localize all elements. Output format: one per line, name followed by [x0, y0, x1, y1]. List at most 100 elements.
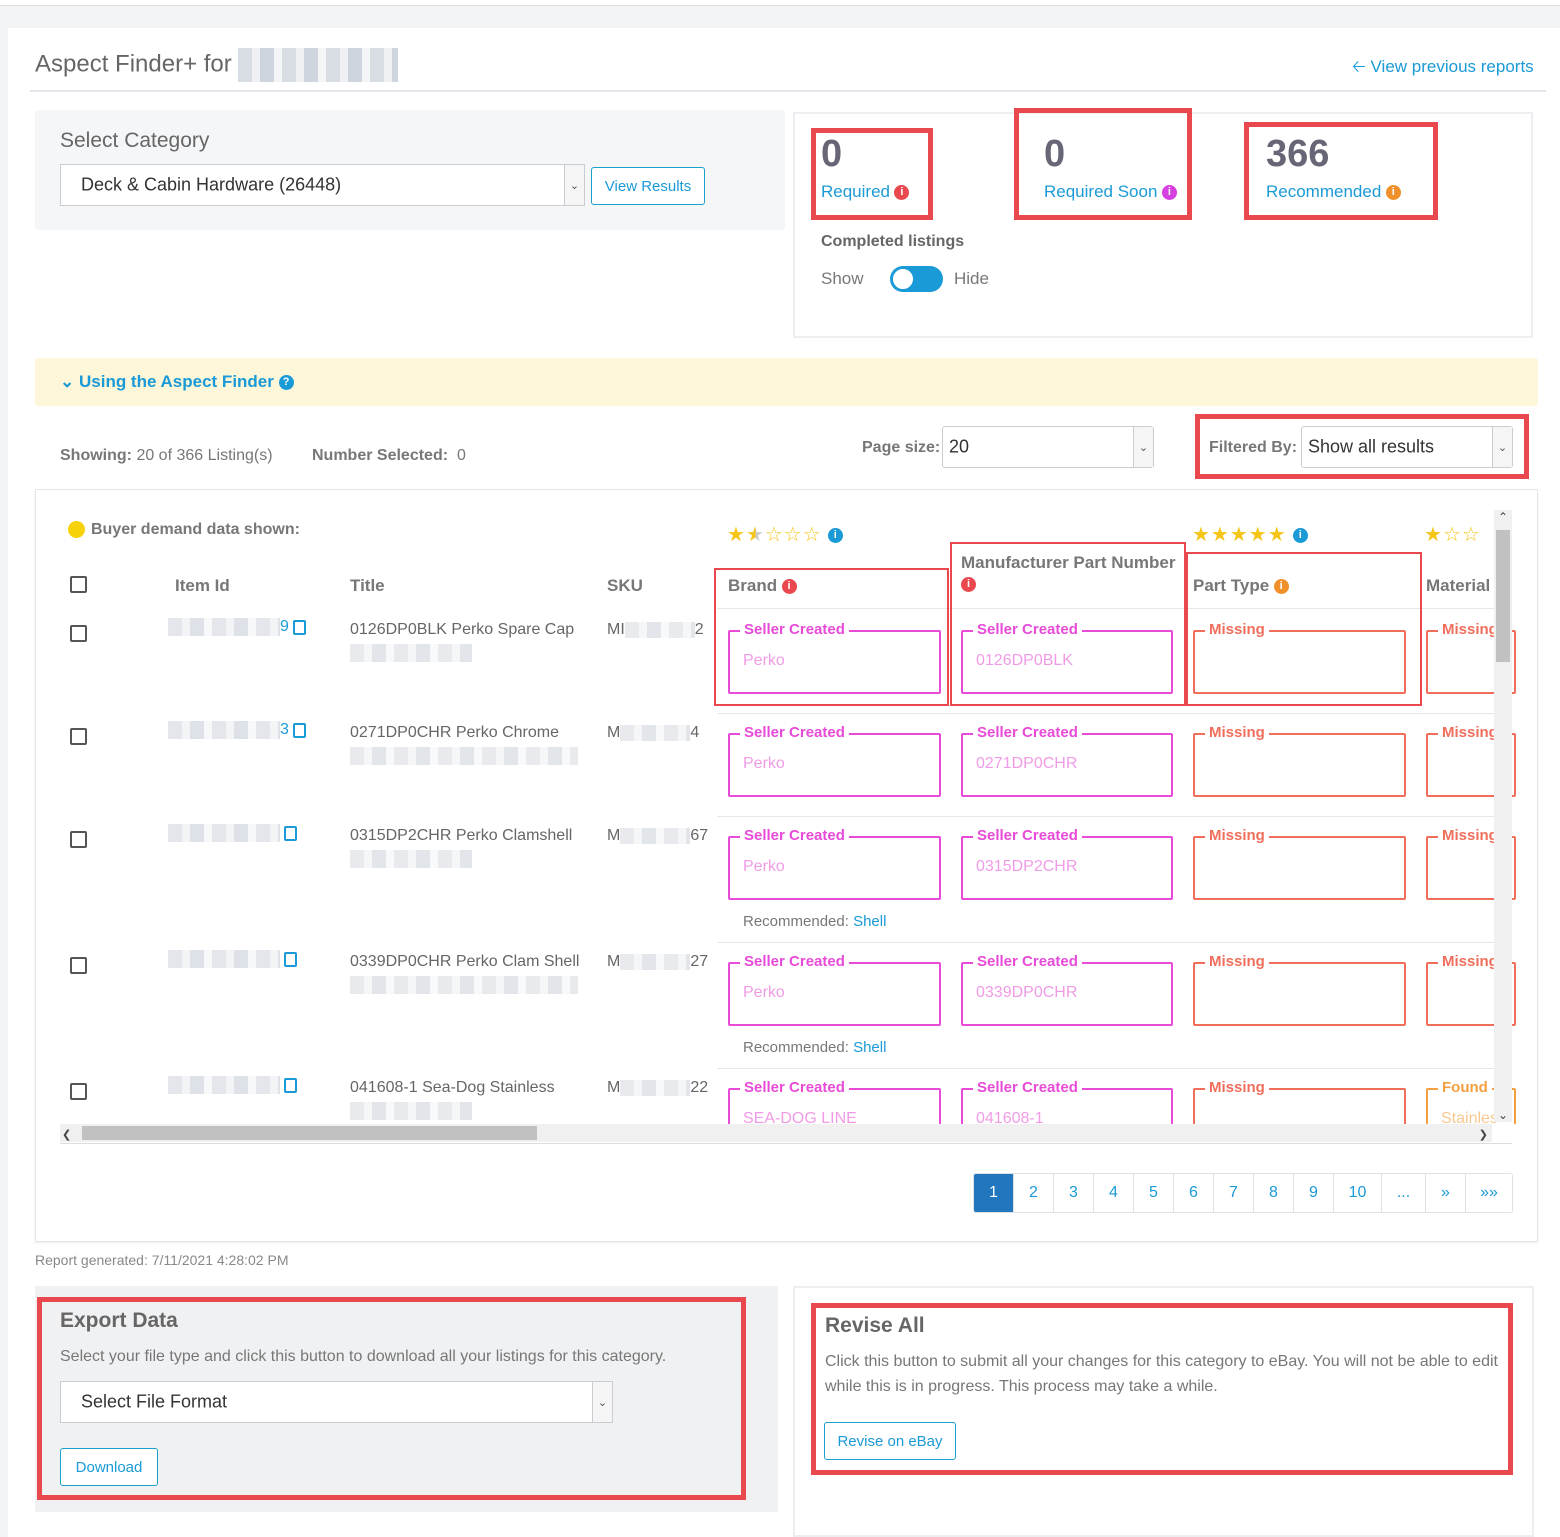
export-title: Export Data	[60, 1309, 178, 1332]
field-status: Seller Created	[973, 1079, 1082, 1096]
item-title: 0271DP0CHR Perko Chrome	[350, 724, 559, 741]
redacted-sku	[620, 724, 691, 741]
item-id-link[interactable]: 3	[168, 721, 306, 739]
revise-title: Revise All	[825, 1314, 925, 1337]
item-title: 0126DP0BLK Perko Spare Cap	[350, 621, 575, 638]
field-value[interactable]: Stainles	[1441, 1110, 1498, 1124]
brand-field[interactable]: Seller Created Perko	[728, 953, 941, 1026]
field-value[interactable]: Perko	[743, 984, 785, 1002]
sku-prefix: M	[607, 827, 621, 844]
recommended-value-link[interactable]: Shell	[853, 1039, 886, 1056]
field-status: Missing	[1438, 953, 1502, 970]
page-last[interactable]: »»	[1466, 1174, 1512, 1212]
page-3[interactable]: 3	[1054, 1174, 1094, 1212]
field-value[interactable]: Perko	[743, 858, 785, 876]
field-value[interactable]: 0315DP2CHR	[976, 858, 1077, 876]
scroll-thumb[interactable]	[82, 1126, 537, 1140]
part-type-field[interactable]: Missing	[1193, 1079, 1406, 1124]
sku-prefix: M	[607, 724, 621, 741]
scroll-down-icon[interactable]: ⌄	[1498, 1108, 1508, 1122]
item-id-link[interactable]	[168, 1076, 297, 1094]
page-10[interactable]: 10	[1334, 1174, 1382, 1212]
field-value[interactable]: SEA-DOG LINE	[743, 1110, 857, 1124]
recommended-hint: Recommended: Shell	[743, 913, 886, 930]
field-value[interactable]: 0339DP0CHR	[976, 984, 1077, 1002]
row-checkbox[interactable]	[70, 728, 87, 745]
file-format-select[interactable]: Select File Format ⌄	[60, 1381, 613, 1423]
mpn-field[interactable]: Seller Created 0271DP0CHR	[961, 724, 1173, 797]
sku-suffix: 2	[694, 621, 704, 638]
field-status: Seller Created	[973, 953, 1082, 970]
item-sku: M 67	[607, 827, 708, 845]
row-checkbox[interactable]	[70, 831, 87, 848]
field-value[interactable]: 0271DP0CHR	[976, 755, 1077, 773]
item-sku: M 27	[607, 953, 708, 971]
page-8[interactable]: 8	[1254, 1174, 1294, 1212]
document-icon[interactable]	[284, 951, 297, 967]
redacted-item-id	[168, 618, 280, 636]
document-icon[interactable]	[284, 825, 297, 841]
page-9[interactable]: 9	[1294, 1174, 1334, 1212]
document-icon[interactable]	[292, 619, 306, 635]
row-checkbox[interactable]	[70, 957, 87, 974]
page-ellipsis[interactable]: ...	[1382, 1174, 1426, 1212]
row-divider	[717, 1068, 1494, 1069]
field-status: Seller Created	[740, 827, 849, 844]
part-type-field[interactable]: Missing	[1193, 827, 1406, 900]
revise-on-ebay-button[interactable]: Revise on eBay	[824, 1422, 956, 1460]
field-value[interactable]: 041608-1	[976, 1110, 1044, 1124]
sku-prefix: M	[607, 1079, 621, 1096]
scroll-right-icon[interactable]: ❯	[1479, 1128, 1488, 1141]
field-status: Missing	[1438, 724, 1502, 741]
row-divider	[717, 713, 1494, 714]
row-divider	[717, 942, 1494, 943]
export-description: Select your file type and click this but…	[60, 1348, 667, 1365]
part-type-column-highlight	[1186, 552, 1422, 706]
item-title: 041608-1 Sea-Dog Stainless	[350, 1079, 555, 1096]
part-type-field[interactable]: Missing	[1193, 953, 1406, 1026]
row-checkbox[interactable]	[70, 625, 87, 642]
document-icon[interactable]	[284, 1077, 297, 1093]
field-status: Seller Created	[740, 953, 849, 970]
mpn-field[interactable]: Seller Created 0315DP2CHR	[961, 827, 1173, 900]
table-bottom-line	[60, 1143, 1512, 1144]
page-2[interactable]: 2	[1014, 1174, 1054, 1212]
download-button[interactable]: Download	[60, 1448, 158, 1486]
page-4[interactable]: 4	[1094, 1174, 1134, 1212]
item-id-link[interactable]	[168, 824, 297, 842]
field-value[interactable]: Perko	[743, 755, 785, 773]
mpn-column-highlight	[950, 542, 1186, 706]
vertical-scrollbar[interactable]: ⌃ ⌄	[1494, 510, 1512, 1122]
redacted-title	[350, 1102, 472, 1120]
item-id-link[interactable]	[168, 950, 297, 968]
page-5[interactable]: 5	[1134, 1174, 1174, 1212]
item-id-suffix: 3	[280, 721, 289, 739]
horizontal-scrollbar[interactable]: ❮ ❯	[60, 1124, 1492, 1142]
brand-field[interactable]: Seller Created Perko	[728, 827, 941, 900]
revise-description: Click this button to submit all your cha…	[825, 1353, 1498, 1395]
mpn-field[interactable]: Seller Created 041608-1	[961, 1079, 1173, 1124]
brand-field[interactable]: Seller Created Perko	[728, 724, 941, 797]
mpn-field[interactable]: Seller Created 0339DP0CHR	[961, 953, 1173, 1026]
row-checkbox[interactable]	[70, 1083, 87, 1100]
item-id-link[interactable]: 9	[168, 618, 306, 636]
redacted-sku	[620, 953, 691, 970]
page-1[interactable]: 1	[974, 1174, 1014, 1212]
sku-prefix: MI	[607, 621, 625, 638]
scroll-up-icon[interactable]: ⌃	[1498, 510, 1508, 524]
scroll-thumb[interactable]	[1496, 530, 1510, 662]
page-next[interactable]: »	[1426, 1174, 1466, 1212]
item-sku: MI 2	[607, 621, 704, 639]
redacted-item-id	[168, 824, 280, 842]
recommended-label: Recommended:	[743, 1039, 849, 1056]
brand-field[interactable]: Seller Created SEA-DOG LINE	[728, 1079, 941, 1124]
field-status: Seller Created	[740, 1079, 849, 1096]
field-status: Seller Created	[973, 724, 1082, 741]
part-type-field[interactable]: Missing	[1193, 724, 1406, 797]
redacted-item-id	[168, 950, 280, 968]
page-6[interactable]: 6	[1174, 1174, 1214, 1212]
page-7[interactable]: 7	[1214, 1174, 1254, 1212]
scroll-left-icon[interactable]: ❮	[62, 1128, 71, 1141]
recommended-value-link[interactable]: Shell	[853, 913, 886, 930]
document-icon[interactable]	[292, 722, 306, 738]
